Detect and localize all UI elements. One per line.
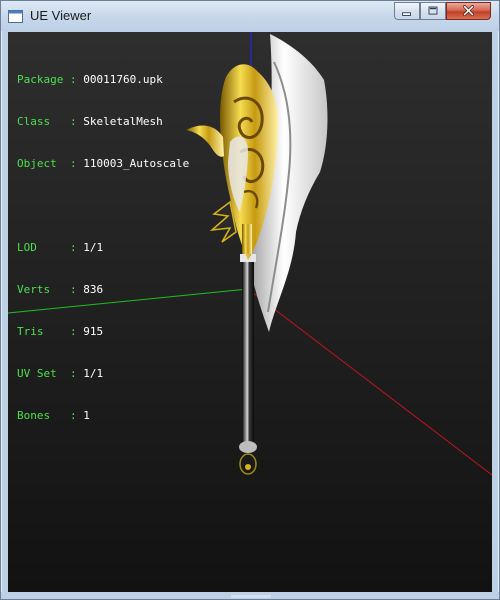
maximize-button[interactable]	[420, 2, 446, 20]
resize-grip[interactable]	[231, 595, 271, 598]
info-value-lod: 1/1	[83, 241, 104, 254]
info-value-package: 00011760.upk	[83, 73, 163, 86]
info-row-class: Class : SkeletalMesh	[17, 115, 189, 129]
x-axis-line	[247, 288, 492, 476]
info-sep-verts: :	[69, 283, 77, 296]
app-window-icon	[8, 10, 23, 23]
info-label-bones: Bones	[17, 409, 64, 422]
info-row-lod: LOD : 1/1	[17, 241, 189, 255]
3d-viewport[interactable]: Package : 00011760.upk Class : SkeletalM…	[8, 32, 492, 592]
info-sep-package: :	[69, 73, 77, 86]
minimize-icon	[402, 12, 411, 16]
pommel-gem	[245, 464, 251, 470]
info-label-verts: Verts	[17, 283, 64, 296]
window-bottom-frame	[1, 592, 499, 599]
info-label-class: Class	[17, 115, 64, 128]
axe-shaft	[242, 257, 254, 442]
info-sep-bones: :	[69, 409, 77, 422]
info-value-tris: 915	[83, 325, 104, 338]
info-sep-lod: :	[69, 241, 77, 254]
info-row-tris: Tris : 915	[17, 325, 189, 339]
close-icon	[463, 5, 474, 16]
title-bar[interactable]: UE Viewer	[1, 1, 499, 31]
info-row-package: Package : 00011760.upk	[17, 73, 189, 87]
info-sep-object: :	[69, 157, 77, 170]
info-value-bones: 1	[83, 409, 90, 422]
info-value-uvset: 1/1	[83, 367, 104, 380]
minimize-button[interactable]	[394, 2, 420, 20]
info-label-object: Object	[17, 157, 64, 170]
info-label-tris: Tris	[17, 325, 64, 338]
info-label-package: Package	[17, 73, 64, 86]
window-title: UE Viewer	[30, 8, 92, 23]
close-button[interactable]	[446, 2, 491, 20]
maximize-icon	[428, 6, 438, 15]
info-label-uvset: UV Set	[17, 367, 64, 380]
axe-horn	[186, 125, 224, 157]
info-sep-uvset: :	[69, 367, 77, 380]
info-value-verts: 836	[83, 283, 104, 296]
info-value-class: SkeletalMesh	[83, 115, 163, 128]
info-row-bones: Bones : 1	[17, 409, 189, 423]
info-sep-class: :	[69, 115, 77, 128]
info-sep-tris: :	[69, 325, 77, 338]
axe-neck-gold	[242, 224, 252, 254]
info-row-uvset: UV Set : 1/1	[17, 367, 189, 381]
axe-pommel	[239, 441, 257, 453]
ue-viewer-window: UE Viewer Package: 00011760.upk Class:…	[0, 0, 500, 600]
info-row-verts: Verts : 836	[17, 283, 189, 297]
info-row-object: Object : 110003_Autoscale	[17, 157, 189, 171]
info-label-lod: LOD	[17, 241, 64, 254]
mesh-info-overlay: Package : 00011760.upk Class : SkeletalM…	[17, 45, 189, 451]
info-value-object: 110003_Autoscale	[83, 157, 190, 170]
